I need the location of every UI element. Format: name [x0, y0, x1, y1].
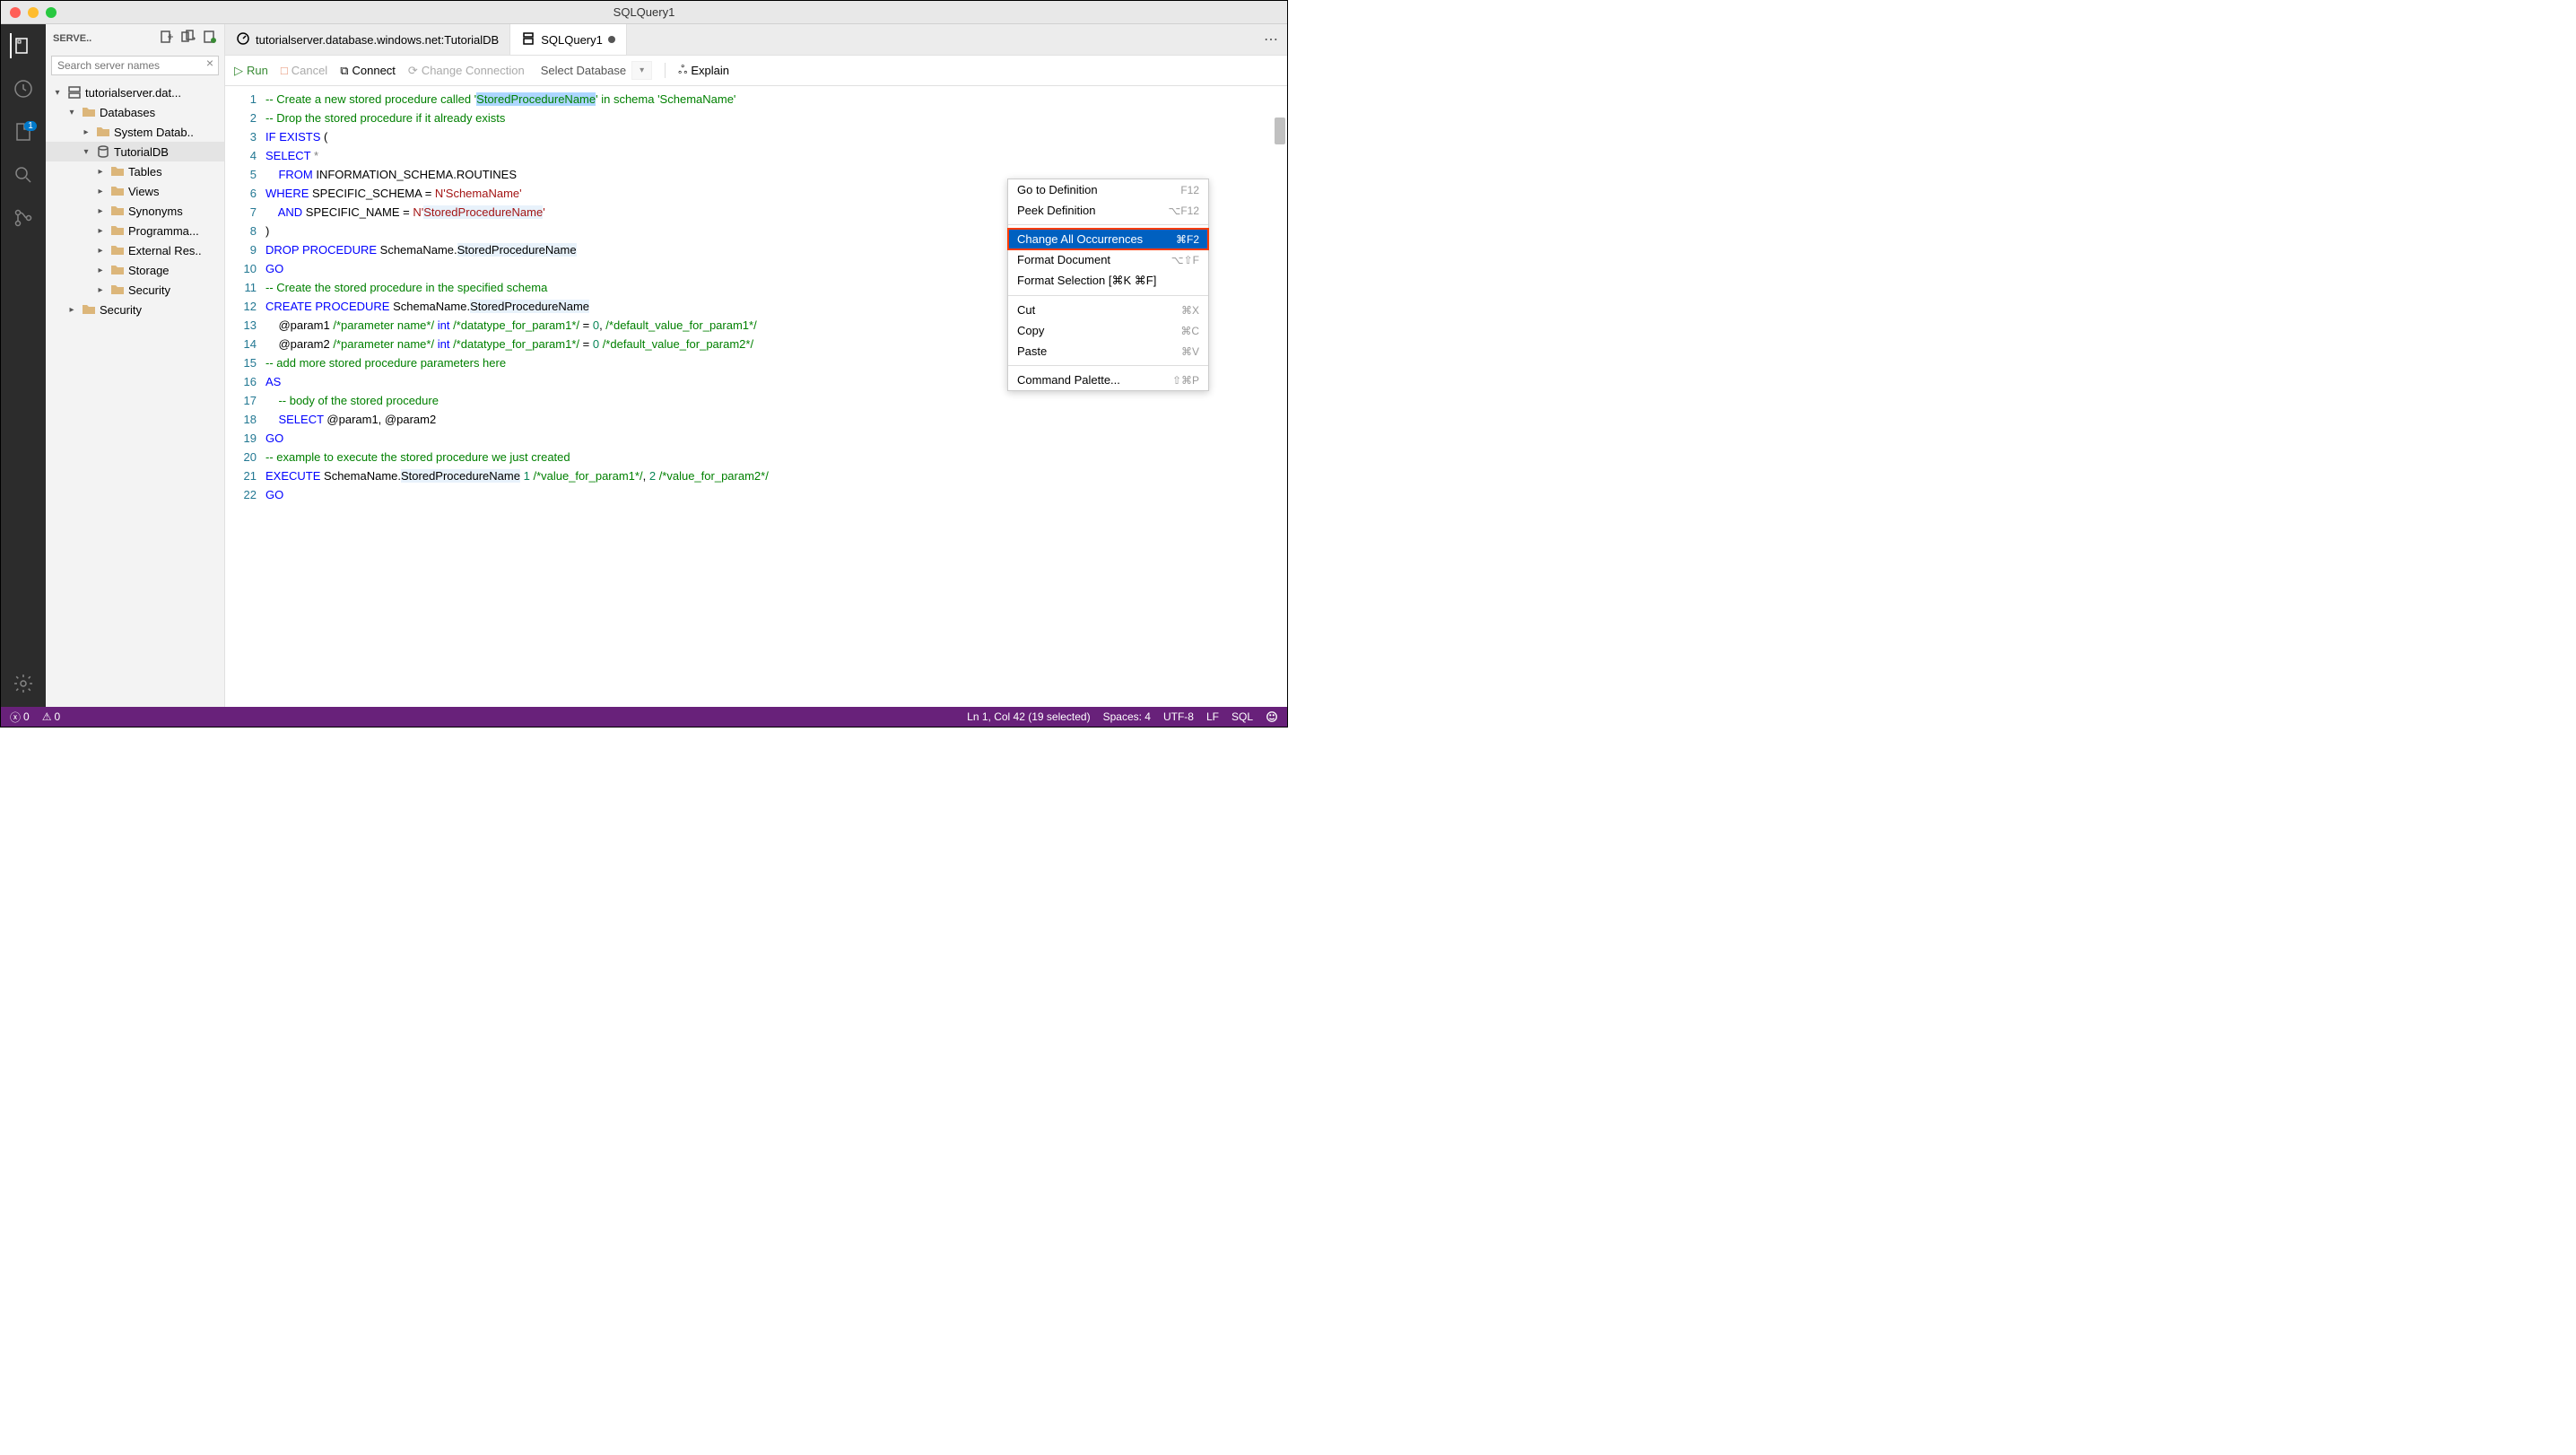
error-icon: ⓧ — [10, 710, 21, 725]
tree-tutorialdb[interactable]: ▾TutorialDB — [46, 142, 224, 161]
status-encoding[interactable]: UTF-8 — [1163, 710, 1194, 723]
history-icon[interactable] — [11, 76, 36, 101]
search-servers-input[interactable] — [51, 56, 219, 75]
tree-system-databases[interactable]: ▸System Datab.. — [46, 122, 224, 142]
server-tree: ▾tutorialserver.dat... ▾Databases ▸Syste… — [46, 79, 224, 707]
change-connection-icon: ⟳ — [408, 64, 418, 78]
explain-button[interactable]: ஃExplain — [665, 63, 729, 78]
menu-separator — [1008, 295, 1208, 296]
status-spaces[interactable]: Spaces: 4 — [1103, 710, 1151, 723]
code-editor[interactable]: 12345678910111213141516171819202122 -- C… — [225, 86, 1287, 707]
status-bar: ⓧ0 ⚠0 Ln 1, Col 42 (19 selected) Spaces:… — [1, 707, 1287, 727]
status-eol[interactable]: LF — [1206, 710, 1219, 723]
menu-goto-definition[interactable]: Go to DefinitionF12 — [1008, 179, 1208, 200]
vertical-scrollbar[interactable] — [1275, 118, 1285, 144]
new-group-icon[interactable] — [181, 30, 196, 47]
tree-views[interactable]: ▸Views — [46, 181, 224, 201]
status-errors[interactable]: ⓧ0 — [10, 710, 30, 725]
menu-separator — [1008, 224, 1208, 225]
line-gutter: 12345678910111213141516171819202122 — [225, 86, 265, 707]
tree-server[interactable]: ▾tutorialserver.dat... — [46, 83, 224, 102]
explain-icon: ஃ — [678, 63, 687, 78]
menu-change-all-occurrences[interactable]: Change All Occurrences⌘F2 — [1008, 229, 1208, 249]
database-select[interactable]: Select Database▾ — [541, 61, 652, 80]
sidebar-title: SERVE.. — [53, 33, 91, 44]
menu-separator — [1008, 365, 1208, 366]
dirty-indicator — [608, 36, 615, 43]
chevron-down-icon: ▾ — [631, 61, 652, 80]
menu-copy[interactable]: Copy⌘C — [1008, 320, 1208, 341]
window-maximize-button[interactable] — [46, 7, 57, 18]
menu-command-palette[interactable]: Command Palette...⇧⌘P — [1008, 370, 1208, 390]
tree-databases[interactable]: ▾Databases — [46, 102, 224, 122]
connect-icon: ⧉ — [340, 64, 348, 78]
tree-db-security[interactable]: ▸Security — [46, 280, 224, 300]
tree-synonyms[interactable]: ▸Synonyms — [46, 201, 224, 221]
tree-tables[interactable]: ▸Tables — [46, 161, 224, 181]
sql-file-icon — [521, 31, 535, 48]
tree-programmability[interactable]: ▸Programma... — [46, 221, 224, 240]
tab-dashboard[interactable]: tutorialserver.database.windows.net:Tuto… — [225, 24, 510, 55]
connect-button[interactable]: ⧉Connect — [340, 64, 396, 78]
status-ln-col[interactable]: Ln 1, Col 42 (19 selected) — [967, 710, 1090, 723]
sidebar: SERVE.. × ▾tutorialserver.dat... ▾Databa… — [46, 24, 225, 707]
tab-bar: tutorialserver.database.windows.net:Tuto… — [225, 24, 1287, 56]
servers-icon[interactable] — [10, 33, 35, 58]
titlebar: SQLQuery1 — [1, 1, 1287, 24]
dashboard-icon — [236, 31, 250, 48]
menu-peek-definition[interactable]: Peek Definition⌥F12 — [1008, 200, 1208, 221]
menu-cut[interactable]: Cut⌘X — [1008, 300, 1208, 320]
clear-search-icon[interactable]: × — [206, 56, 213, 70]
settings-icon[interactable] — [11, 671, 36, 696]
menu-format-document[interactable]: Format Document⌥⇧F — [1008, 249, 1208, 270]
new-connection-icon[interactable] — [160, 30, 174, 47]
tab-sqlquery1[interactable]: SQLQuery1 — [510, 24, 627, 55]
search-icon[interactable] — [11, 162, 36, 187]
tab-more-icon[interactable]: ⋯ — [1255, 24, 1287, 55]
context-menu: Go to DefinitionF12 Peek Definition⌥F12 … — [1007, 179, 1209, 391]
change-connection-button: ⟳Change Connection — [408, 64, 525, 78]
source-control-icon[interactable] — [11, 205, 36, 231]
stop-icon: □ — [281, 64, 288, 77]
window-minimize-button[interactable] — [28, 7, 39, 18]
cancel-button: □Cancel — [281, 64, 327, 77]
menu-paste[interactable]: Paste⌘V — [1008, 341, 1208, 362]
editor-toolbar: ▷Run □Cancel ⧉Connect ⟳Change Connection… — [225, 56, 1287, 86]
feedback-icon[interactable] — [1266, 710, 1278, 723]
main-area: tutorialserver.database.windows.net:Tuto… — [225, 24, 1287, 707]
explorer-badge: 1 — [24, 121, 37, 131]
run-button[interactable]: ▷Run — [234, 64, 268, 78]
tree-external-resources[interactable]: ▸External Res.. — [46, 240, 224, 260]
tree-storage[interactable]: ▸Storage — [46, 260, 224, 280]
warning-icon: ⚠ — [42, 710, 52, 723]
menu-format-selection[interactable]: Format Selection [⌘K ⌘F] — [1008, 270, 1208, 292]
tree-security[interactable]: ▸Security — [46, 300, 224, 319]
collapse-icon[interactable] — [203, 30, 217, 47]
status-warnings[interactable]: ⚠0 — [42, 710, 60, 723]
play-icon: ▷ — [234, 64, 243, 78]
status-language[interactable]: SQL — [1231, 710, 1253, 723]
window-close-button[interactable] — [10, 7, 21, 18]
window-title: SQLQuery1 — [614, 5, 675, 19]
activity-bar: 1 — [1, 24, 46, 707]
